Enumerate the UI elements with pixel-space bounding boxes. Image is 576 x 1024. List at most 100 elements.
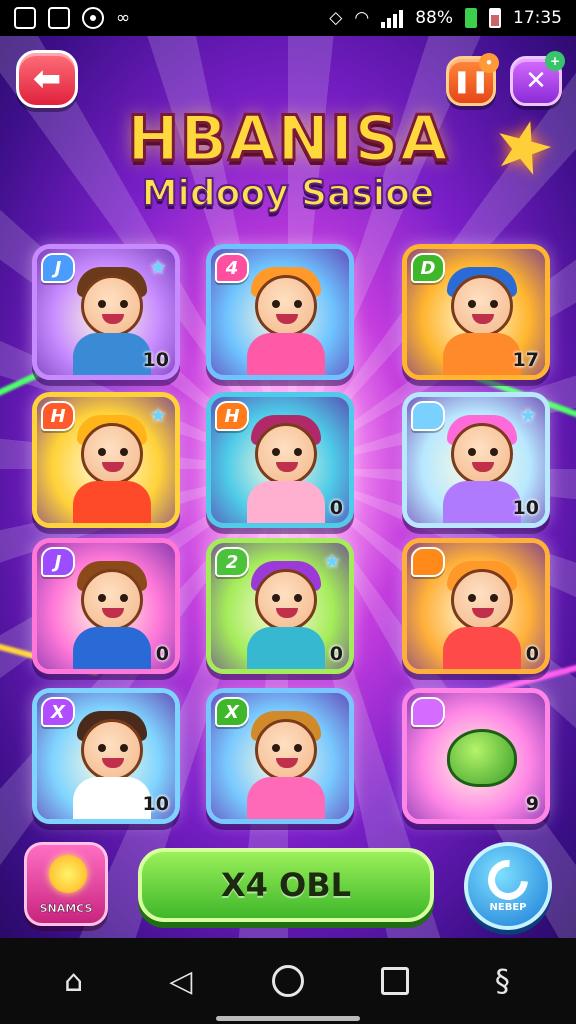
character-face — [81, 423, 143, 485]
pause-badge: • — [479, 53, 499, 73]
fruit-icon — [447, 729, 517, 787]
pause-button[interactable]: ❚❚ • — [446, 53, 499, 106]
game-subtitle: Midooy Sasioe — [141, 172, 436, 215]
level-card[interactable]: H0 — [206, 392, 354, 528]
level-card[interactable]: ★ 10 — [402, 392, 550, 528]
game-screen: ★ ⬅ ❚❚ • ✕ + HBANISA Midooy Sasioe J ★ 10 4… — [0, 36, 576, 938]
home-indicator — [216, 1016, 360, 1021]
level-card[interactable]: H ★ — [32, 392, 180, 528]
level-card[interactable]: D 17 — [402, 244, 550, 380]
close-button[interactable]: ✕ + — [510, 51, 565, 106]
stars-button-label: SNAMCS — [39, 902, 93, 916]
level-card[interactable]: J ★ 10 — [32, 244, 180, 380]
sun-star-icon — [49, 855, 87, 893]
star-icon: ★ — [149, 255, 167, 279]
character-body — [247, 333, 325, 375]
character-face — [451, 423, 513, 485]
card-value: 9 — [525, 793, 539, 815]
status-bar: ∞ ◇ ◠ 88% 17:35 — [0, 0, 576, 36]
pause-icon: ❚❚ — [452, 68, 490, 94]
card-badge: X — [41, 697, 75, 727]
card-value: 0 — [525, 643, 539, 665]
star-icon: ★ — [519, 403, 537, 427]
card-value: 17 — [512, 349, 539, 371]
battery-low-icon — [489, 8, 501, 28]
clock: 17:35 — [513, 8, 562, 28]
battery-percent: 88% — [415, 8, 453, 28]
home-icon[interactable]: ⌂ — [54, 961, 94, 1001]
game-title: HBANISA — [126, 101, 450, 177]
refresh-ring-icon — [479, 851, 537, 908]
card-badge: J — [41, 547, 75, 577]
card-badge — [411, 547, 445, 577]
image-icon — [48, 7, 70, 29]
signal-icon — [381, 8, 404, 28]
character-body — [247, 627, 325, 669]
star-icon: ★ — [323, 549, 341, 573]
character-face — [255, 569, 317, 631]
character-face — [255, 423, 317, 485]
level-card[interactable]: 2 ★ 0 — [206, 538, 354, 674]
level-card[interactable]: X 10 — [32, 688, 180, 824]
back-button[interactable]: ⬅ — [16, 50, 78, 108]
card-value: 10 — [142, 349, 169, 371]
recents-square-icon[interactable] — [375, 961, 415, 1001]
star-icon: ★ — [149, 403, 167, 427]
character-body — [247, 777, 325, 819]
system-nav-bar: ⌂ ◁ § — [0, 938, 576, 1024]
card-badge — [411, 401, 445, 431]
character-face — [81, 275, 143, 337]
card-badge: H — [215, 401, 249, 431]
play-button[interactable]: X4 OBL — [138, 848, 434, 922]
assistant-icon[interactable]: § — [482, 961, 522, 1001]
card-value: 10 — [142, 793, 169, 815]
card-value: 0 — [329, 497, 343, 519]
record-circle-icon — [82, 7, 104, 29]
card-badge: 2 — [215, 547, 249, 577]
level-card[interactable]: 0 — [402, 538, 550, 674]
next-button-label: NEBEP — [489, 901, 527, 913]
character-face — [451, 275, 513, 337]
character-face — [451, 569, 513, 631]
battery-icon — [465, 8, 477, 28]
home-circle-icon[interactable] — [268, 961, 308, 1001]
card-badge: X — [215, 697, 249, 727]
notification-square-icon — [14, 7, 36, 29]
cast-icon: ◇ — [329, 8, 343, 28]
level-card[interactable]: 4 — [206, 244, 354, 380]
card-badge: 4 — [215, 253, 249, 283]
link-icon: ∞ — [116, 8, 131, 28]
character-body — [247, 481, 325, 523]
character-body — [443, 481, 521, 523]
level-card[interactable]: X — [206, 688, 354, 824]
wifi-icon: ◠ — [354, 8, 370, 28]
back-triangle-icon[interactable]: ◁ — [161, 961, 201, 1001]
card-badge: D — [411, 253, 445, 283]
character-body — [73, 777, 151, 819]
status-left-icons: ∞ — [14, 7, 130, 29]
plus-badge-icon: + — [545, 51, 565, 71]
level-card[interactable]: J0 — [32, 538, 180, 674]
character-body — [73, 333, 151, 375]
close-x-icon: ✕ — [525, 66, 547, 96]
card-value: 0 — [155, 643, 169, 665]
character-body — [73, 481, 151, 523]
character-body — [73, 627, 151, 669]
card-badge — [411, 697, 445, 727]
character-face — [255, 275, 317, 337]
game-title-block: HBANISA Midooy Sasioe — [0, 101, 576, 216]
character-body — [443, 627, 521, 669]
card-value: 0 — [329, 643, 343, 665]
next-button[interactable]: NEBEP — [464, 842, 552, 930]
character-face — [81, 719, 143, 781]
character-face — [81, 569, 143, 631]
level-card[interactable]: 9 — [402, 688, 550, 824]
card-badge: H — [41, 401, 75, 431]
arrow-left-icon: ⬅ — [32, 59, 62, 99]
stars-button[interactable]: SNAMCS — [24, 842, 108, 926]
character-face — [255, 719, 317, 781]
card-badge: J — [41, 253, 75, 283]
status-right-icons: ◇ ◠ 88% 17:35 — [329, 8, 562, 28]
card-value: 10 — [512, 497, 539, 519]
play-button-label: X4 OBL — [220, 866, 352, 904]
